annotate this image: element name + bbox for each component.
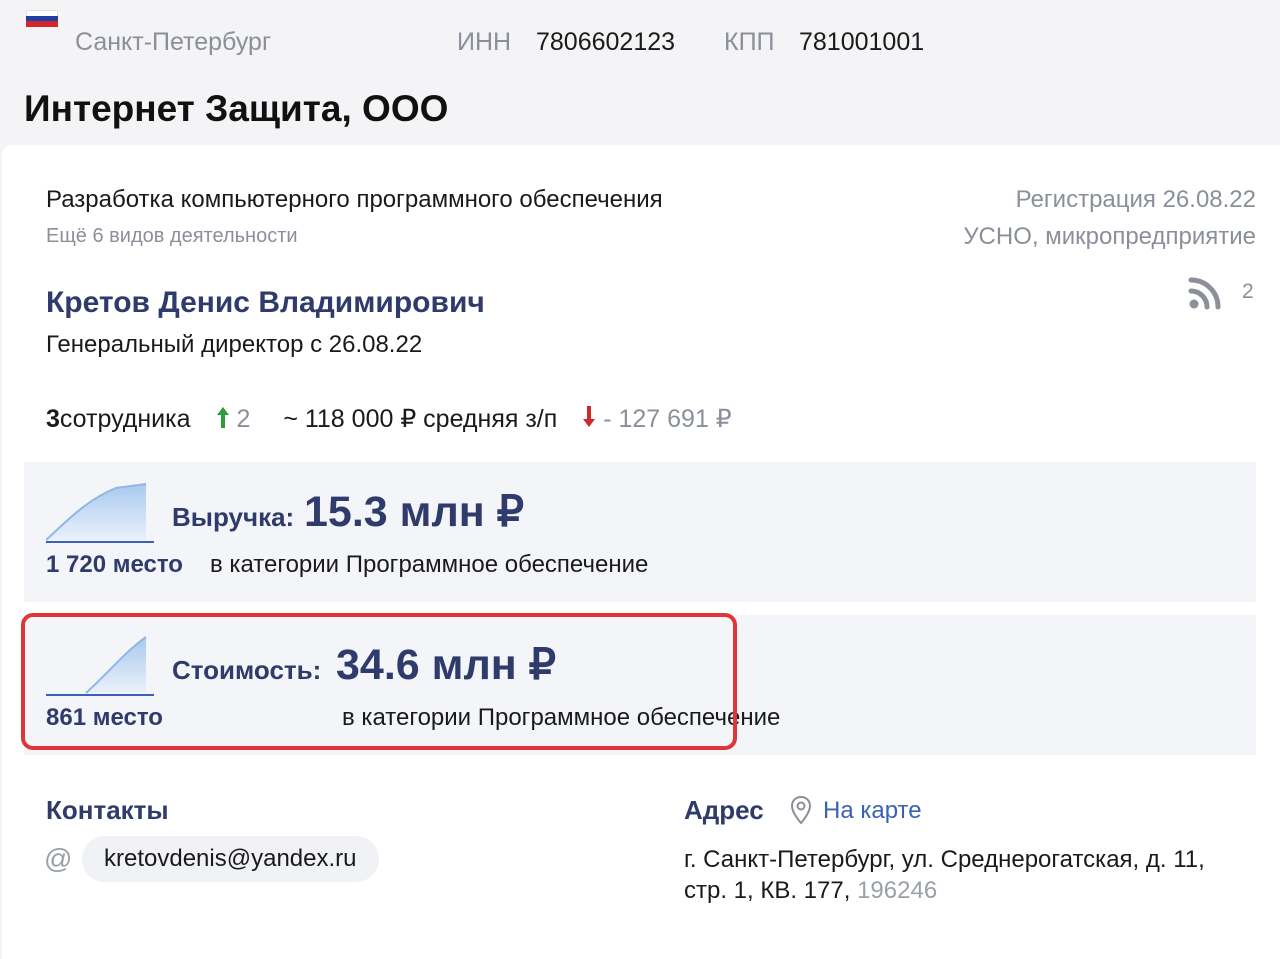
company-header: Санкт-Петербург ИНН 7806602123 КПП 78100… bbox=[0, 0, 1280, 145]
valuation-highlight-box bbox=[21, 613, 737, 750]
address-line: г. Санкт-Петербург, ул. Среднерогатская,… bbox=[684, 846, 1205, 904]
russia-flag-icon bbox=[26, 10, 58, 27]
postal-code: 196246 bbox=[857, 877, 938, 904]
contacts-title: Контакты bbox=[46, 795, 169, 825]
arrow-up-icon bbox=[216, 407, 229, 428]
arrow-down-icon bbox=[583, 406, 596, 427]
inn-label: ИНН bbox=[457, 28, 512, 56]
employees-count: 3 bbox=[46, 405, 60, 433]
map-pin-icon[interactable] bbox=[790, 795, 812, 825]
inn-value: 7806602123 bbox=[536, 28, 676, 56]
employees-label: сотрудника bbox=[59, 405, 191, 433]
subscribers-count: 2 bbox=[1242, 280, 1254, 303]
average-salary: ~ 118 000 ₽ средняя з/п bbox=[283, 405, 558, 433]
tax-regime: УСНО, микропредприятие bbox=[963, 223, 1256, 250]
at-icon: @ bbox=[44, 843, 73, 874]
director-role: Генеральный директор с 26.08.22 bbox=[46, 331, 423, 358]
salary-change: - 127 691 ₽ bbox=[603, 405, 732, 433]
city: Санкт-Петербург bbox=[75, 28, 272, 56]
map-link[interactable]: На карте bbox=[823, 797, 922, 825]
company-name: Интернет Защита, ООО bbox=[24, 88, 449, 129]
rss-icon[interactable] bbox=[1188, 276, 1224, 310]
revenue-value: 15.3 млн ₽ bbox=[304, 488, 525, 536]
kpp-label: КПП bbox=[724, 28, 775, 56]
employee-stats: 3 сотрудника 2 ~ 118 000 ₽ средняя з/п -… bbox=[46, 404, 732, 434]
email-link[interactable]: kretovdenis@yandex.ru bbox=[82, 836, 379, 882]
revenue-rank[interactable]: 1 720 место bbox=[46, 551, 183, 579]
address-title: Адрес bbox=[684, 795, 764, 825]
revenue-panel[interactable]: Выручка: 15.3 млн ₽ 1 720 место в катего… bbox=[24, 462, 1256, 602]
address-text: г. Санкт-Петербург, ул. Среднерогатская,… bbox=[684, 844, 1244, 906]
employees-change: 2 bbox=[236, 405, 251, 433]
more-activities-link[interactable]: Ещё 6 видов деятельности bbox=[46, 225, 298, 248]
registration-date: Регистрация 26.08.22 bbox=[1015, 186, 1256, 213]
revenue-trend-icon bbox=[46, 483, 154, 543]
main-activity: Разработка компьютерного программного об… bbox=[46, 186, 663, 213]
kpp-value: 781001001 bbox=[799, 28, 925, 56]
revenue-category: в категории Программное обеспечение bbox=[210, 551, 649, 578]
director-name-link[interactable]: Кретов Денис Владимирович bbox=[46, 286, 485, 320]
revenue-label: Выручка: bbox=[172, 502, 295, 532]
